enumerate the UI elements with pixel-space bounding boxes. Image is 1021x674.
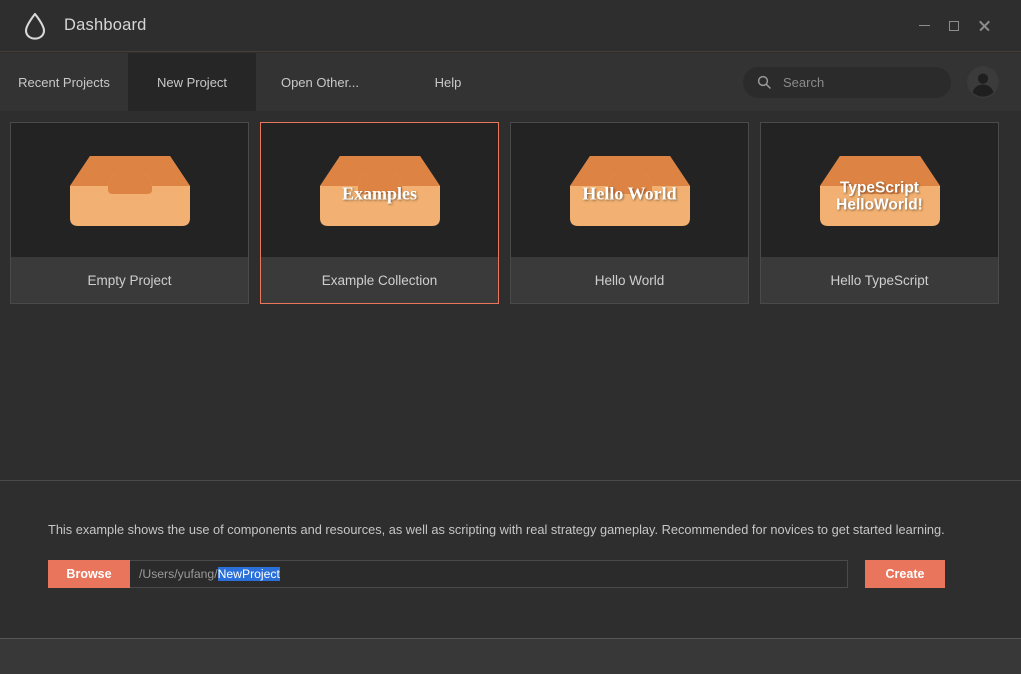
card-thumbnail: Examples	[261, 123, 498, 257]
minimize-icon[interactable]	[909, 0, 939, 52]
tab-label: New Project	[156, 74, 228, 90]
card-label: Example Collection	[261, 257, 498, 303]
template-detail-pane: This example shows the use of components…	[0, 480, 1021, 637]
tab-recent-projects[interactable]: Recent Projects	[0, 53, 128, 111]
path-prefix-text: /Users/yufang/	[139, 567, 218, 581]
status-bar	[0, 638, 1021, 674]
path-selected-text: NewProject	[217, 567, 280, 581]
tab-open-other[interactable]: Open Other...	[256, 53, 384, 111]
project-card-hello-world[interactable]: Hello World Hello World	[510, 122, 749, 304]
card-label: Empty Project	[11, 257, 248, 303]
card-label: Hello World	[511, 257, 748, 303]
search-icon	[757, 75, 771, 89]
tab-help[interactable]: Help	[384, 53, 512, 111]
title-bar: Dashboard	[0, 0, 1021, 52]
card-label: Hello TypeScript	[761, 257, 998, 303]
tab-bar: Recent Projects New Project Open Other..…	[0, 53, 1021, 111]
project-box-icon	[319, 156, 440, 226]
project-box-icon	[819, 156, 940, 226]
template-description: This example shows the use of components…	[48, 522, 945, 537]
search-box[interactable]	[743, 66, 951, 98]
card-thumbnail: TypeScript HelloWorld!	[761, 123, 998, 257]
project-path-input[interactable]: /Users/yufang/NewProject	[130, 560, 848, 588]
project-card-empty-project[interactable]: Empty Project	[10, 122, 249, 304]
create-button[interactable]: Create	[865, 560, 945, 588]
search-area	[743, 53, 1021, 111]
maximize-icon[interactable]	[939, 0, 969, 52]
card-thumbnail: Hello World	[511, 123, 748, 257]
tab-label: Help	[434, 74, 462, 90]
tab-new-project[interactable]: New Project	[128, 53, 256, 111]
project-box-icon	[569, 156, 690, 226]
project-template-grid: Empty Project Examples Example Collectio…	[0, 111, 1021, 304]
browse-button-label: Browse	[66, 567, 112, 581]
tab-label: Recent Projects	[18, 74, 110, 90]
project-card-hello-typescript[interactable]: TypeScript HelloWorld! Hello TypeScript	[760, 122, 999, 304]
project-card-example-collection[interactable]: Examples Example Collection	[260, 122, 499, 304]
page-title: Dashboard	[64, 16, 147, 34]
search-input[interactable]	[783, 74, 933, 90]
card-thumbnail	[11, 123, 248, 257]
close-icon[interactable]	[969, 0, 999, 52]
browse-button[interactable]: Browse	[48, 560, 130, 588]
project-box-icon	[69, 156, 190, 226]
create-button-label: Create	[885, 567, 925, 581]
project-path-form: Browse /Users/yufang/NewProject Create	[48, 560, 1021, 588]
tab-label: Open Other...	[280, 74, 360, 90]
droplet-icon	[20, 11, 50, 41]
project-template-area: Empty Project Examples Example Collectio…	[0, 111, 1021, 480]
window-controls	[909, 0, 1021, 51]
avatar[interactable]	[967, 66, 999, 98]
